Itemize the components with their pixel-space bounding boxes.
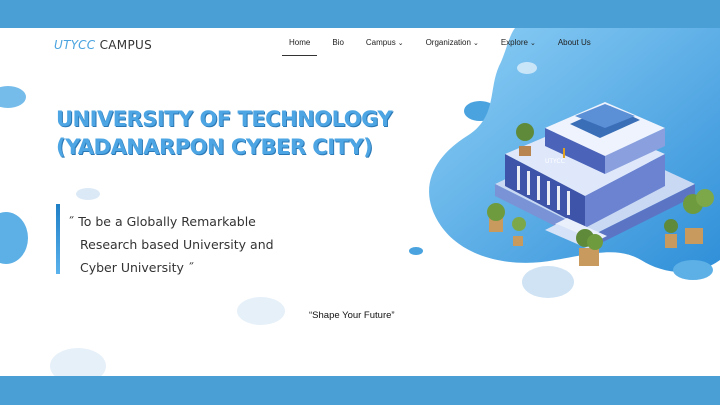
decorative-blob [0, 86, 26, 108]
nav-item-campus[interactable]: Campus ⌄ [359, 38, 411, 56]
decorative-blob [76, 188, 100, 200]
title-line-1: UNIVERSITY OF TECHNOLOGY [56, 107, 393, 131]
chevron-down-icon: ⌄ [472, 40, 479, 47]
decorative-blob [0, 212, 28, 264]
nav-label: Campus [365, 38, 396, 47]
nav-item-home[interactable]: Home [282, 38, 318, 56]
campus-building-illustration: UTYCC [429, 28, 720, 280]
quote-line-2: Research based University and [80, 237, 274, 252]
page-title: UNIVERSITY OF TECHNOLOGY (YADANARPON CYB… [56, 105, 393, 161]
chevron-down-icon: ⌄ [397, 40, 404, 47]
main-nav: Home Bio Campus ⌄ Organization ⌄ Explore ⌄ … [282, 38, 606, 56]
site-logo[interactable]: UTYCC CAMPUS [54, 38, 152, 52]
nav-label: About Us [557, 38, 591, 47]
motto-text: “Shape Your Future” [309, 310, 395, 321]
building-sign: UTYCC [545, 158, 565, 165]
brand-accent: UTYCC [54, 38, 96, 52]
chevron-down-icon: ⌄ [529, 40, 536, 47]
quote-line-1: ˝ To be a Globally Remarkable [68, 214, 256, 229]
title-line-2: (YADANARPON CYBER CITY) [56, 135, 373, 159]
nav-item-about-us[interactable]: About Us [551, 38, 598, 56]
decorative-blob [237, 297, 285, 325]
decorative-blob [50, 348, 106, 376]
nav-item-explore[interactable]: Explore ⌄ [494, 38, 543, 56]
nav-label: Organization [425, 38, 471, 47]
vision-quote: ˝ To be a Globally Remarkable Research b… [68, 210, 274, 279]
nav-item-organization[interactable]: Organization ⌄ [419, 38, 486, 56]
nav-label: Explore [500, 38, 528, 47]
nav-label: Bio [332, 38, 344, 47]
brand-rest: CAMPUS [95, 38, 152, 52]
quote-accent-bar [56, 204, 60, 274]
quote-line-3: Cyber University ˝ [80, 260, 195, 275]
nav-item-bio[interactable]: Bio [325, 38, 351, 56]
nav-label: Home [289, 38, 311, 47]
page-frame: UTYCC UTYCC CAMPUS Home Bio Campus ⌄ Org… [0, 28, 720, 376]
